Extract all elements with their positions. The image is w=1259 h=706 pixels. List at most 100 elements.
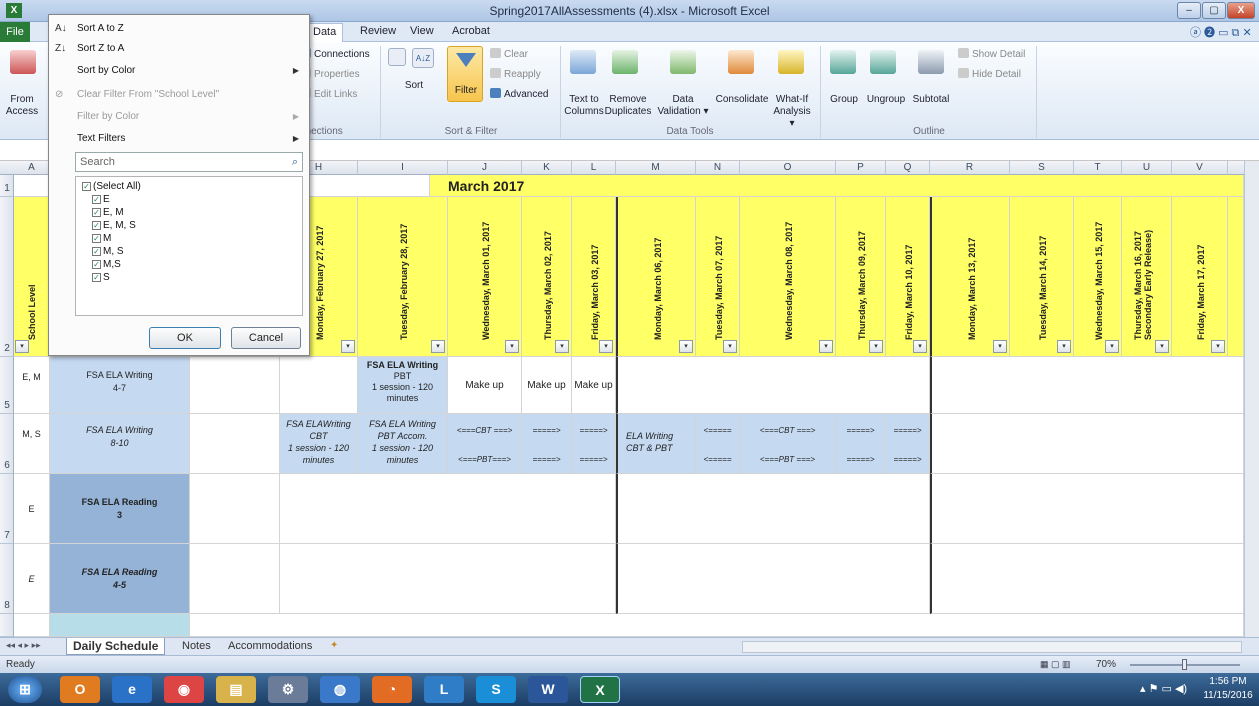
filter-dropdown-icon[interactable]: ▾	[913, 340, 927, 353]
month-title[interactable]: March 2017	[430, 175, 1244, 197]
cell[interactable]	[930, 544, 1244, 614]
cell[interactable]	[280, 357, 358, 414]
makeup-cell[interactable]: Make up	[522, 357, 572, 414]
ungroup-button[interactable]: Ungroup	[862, 94, 910, 106]
app-icon[interactable]: ⚙	[268, 676, 308, 703]
group-button[interactable]: Group	[826, 94, 862, 106]
sort-by-color-item[interactable]: Sort by Color ▶	[49, 61, 309, 81]
filter-dropdown-icon[interactable]: ▾	[1155, 340, 1169, 353]
column-header-m[interactable]: M	[616, 161, 696, 175]
date-header-cell[interactable]: Tuesday, March 14, 2017 ▾	[1010, 197, 1074, 357]
checkbox-checked-icon[interactable]: ✓	[92, 273, 101, 282]
cell[interactable]	[190, 357, 280, 414]
word-icon[interactable]: W	[528, 676, 568, 703]
row-header-7[interactable]: 7	[0, 474, 14, 544]
maximize-button[interactable]: ▢	[1202, 2, 1226, 19]
column-header-p[interactable]: P	[836, 161, 886, 175]
row-header-1[interactable]: 1	[0, 175, 14, 197]
zoom-level[interactable]: 70%	[1096, 659, 1116, 670]
clock[interactable]: 1:56 PM 11/15/2016	[1200, 675, 1256, 703]
checkbox-checked-icon[interactable]: ✓	[92, 195, 101, 204]
column-header-o[interactable]: O	[740, 161, 836, 175]
schedule-cell[interactable]: =====> =====>	[522, 414, 572, 474]
sort-button[interactable]: Sort	[384, 80, 444, 92]
sort-az-small-icon[interactable]	[388, 48, 406, 66]
filter-dropdown-icon[interactable]: ▾	[431, 340, 445, 353]
test-name-cell[interactable]: FSA ELA Reading 3	[50, 474, 190, 544]
date-header-cell[interactable]: Tuesday, February 28, 2017 ▾	[358, 197, 448, 357]
school-level-cell[interactable]: E, M	[14, 357, 50, 414]
start-icon[interactable]: ⊞	[8, 676, 42, 703]
tab-view[interactable]: View	[410, 25, 434, 37]
horizontal-scrollbar[interactable]	[742, 641, 1242, 653]
filter-value-select-all[interactable]: ✓ (Select All)	[82, 181, 141, 193]
filter-dropdown-icon[interactable]: ▾	[341, 340, 355, 353]
what-if-button[interactable]: What-If Analysis ▾	[770, 94, 814, 130]
ie-icon[interactable]: e	[112, 676, 152, 703]
schedule-cell[interactable]: FSA ELA Writing PBT Accom. 1 session - 120…	[358, 414, 448, 474]
excel-taskbar-icon[interactable]: X	[580, 676, 620, 703]
date-header-cell[interactable]: Thursday, March 16, 2017 Secondary Early …	[1122, 197, 1172, 357]
skype-icon[interactable]: S	[476, 676, 516, 703]
zoom-slider-thumb[interactable]	[1182, 659, 1187, 670]
filter-dropdown-icon[interactable]: ▾	[555, 340, 569, 353]
cell[interactable]	[190, 474, 280, 544]
date-header-cell[interactable]: Wednesday, March 01, 2017 ▾	[448, 197, 522, 357]
advanced-button[interactable]: Advanced	[490, 88, 548, 100]
checkbox-checked-icon[interactable]: ✓	[92, 221, 101, 230]
school-level-cell[interactable]: M, S	[14, 414, 50, 474]
date-header-cell[interactable]: Friday, March 10, 2017 ▾	[886, 197, 930, 357]
row-header-6[interactable]: 6	[0, 414, 14, 474]
row-header-8[interactable]: 8	[0, 544, 14, 614]
reapply-button[interactable]: Reapply	[490, 68, 541, 80]
schedule-cell[interactable]: <===== <=====	[696, 414, 740, 474]
filter-value-item[interactable]: ✓ E	[92, 194, 110, 206]
sheet-tab-accommodations[interactable]: Accommodations	[222, 638, 318, 655]
clear-filter-button[interactable]: Clear	[490, 48, 528, 60]
column-header-k[interactable]: K	[522, 161, 572, 175]
text-filters-item[interactable]: Text Filters ▶	[49, 129, 309, 149]
filter-by-color-item[interactable]: Filter by Color ▶	[49, 107, 309, 127]
filter-value-item[interactable]: ✓ M, S	[92, 246, 124, 258]
school-level-header[interactable]: School Level ▾	[14, 197, 50, 357]
remove-duplicates-button[interactable]: Remove Duplicates	[604, 94, 652, 118]
ok-button[interactable]: OK	[149, 327, 221, 349]
cell[interactable]	[280, 474, 616, 544]
cell[interactable]	[14, 614, 50, 637]
filter-dropdown-icon[interactable]: ▾	[869, 340, 883, 353]
filter-dropdown-icon[interactable]: ▾	[819, 340, 833, 353]
sort-z-to-a-item[interactable]: Z↓ Sort Z to A	[49, 39, 309, 59]
date-header-cell[interactable]: Friday, March 17, 2017 ▾	[1172, 197, 1228, 357]
date-header-cell[interactable]: Wednesday, March 15, 2017 ▾	[1074, 197, 1122, 357]
cell[interactable]	[930, 357, 1244, 414]
date-header-cell[interactable]: Friday, March 03, 2017 ▾	[572, 197, 616, 357]
schedule-cell[interactable]: <===CBT ===> <===PBT===>	[448, 414, 522, 474]
cell[interactable]	[930, 474, 1244, 544]
schedule-cell[interactable]: FSA ELAWriting CBT 1 session - 120 minutes	[280, 414, 358, 474]
filter-value-item[interactable]: ✓ E, M	[92, 207, 124, 219]
close-button[interactable]: X	[1227, 2, 1255, 19]
filter-search-input[interactable]: Search ⌕	[75, 152, 303, 172]
school-level-cell[interactable]: E	[14, 544, 50, 614]
view-buttons-icon[interactable]: ▦ ▢ ▥	[1040, 659, 1071, 670]
date-header-cell[interactable]: Monday, March 06, 2017 ▾	[616, 197, 696, 357]
checkbox-checked-icon[interactable]: ✓	[92, 234, 101, 243]
row-header-5[interactable]: 5	[0, 357, 14, 414]
filter-dropdown-icon[interactable]: ▾	[1105, 340, 1119, 353]
cell[interactable]	[50, 614, 190, 637]
column-header-u[interactable]: U	[1122, 161, 1172, 175]
column-header-q[interactable]: Q	[886, 161, 930, 175]
schedule-cell[interactable]: FSA ELA Writing PBT 1 session - 120 minutes	[358, 357, 448, 414]
cell[interactable]	[280, 544, 616, 614]
date-header-cell[interactable]: Tuesday, March 07, 2017 ▾	[696, 197, 740, 357]
column-header-t[interactable]: T	[1074, 161, 1122, 175]
text-to-columns-button[interactable]: Text to Columns	[562, 94, 606, 118]
consolidate-button[interactable]: Consolidate	[712, 94, 772, 106]
tab-review[interactable]: Review	[360, 25, 396, 37]
date-header-cell[interactable]: Thursday, March 02, 2017 ▾	[522, 197, 572, 357]
filter-value-item[interactable]: ✓ M,S	[92, 259, 121, 271]
hide-detail-button[interactable]: Hide Detail	[958, 68, 1021, 80]
cell[interactable]	[616, 357, 930, 414]
from-access-button[interactable]: From Access	[2, 94, 42, 118]
sort-a-to-z-item[interactable]: A↓ Sort A to Z	[49, 19, 309, 39]
